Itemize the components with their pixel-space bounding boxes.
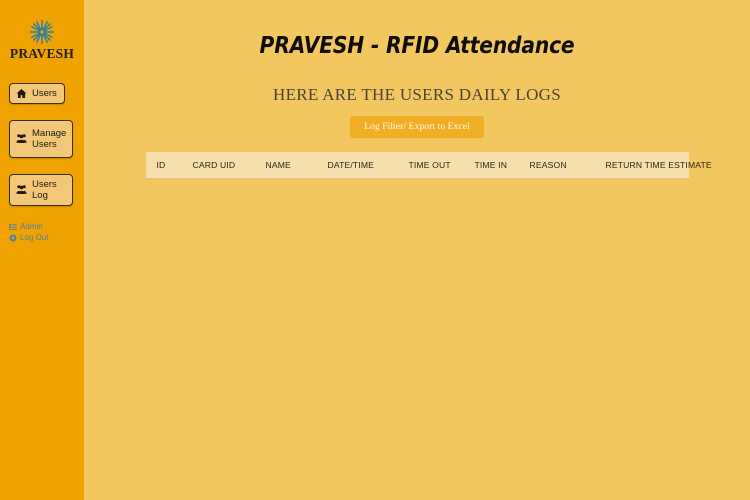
snowflake-gear-logo-icon [28,18,56,46]
sidebar-nav: Users Manage Users Users Log [0,82,84,206]
sidebar-item-users-log[interactable]: Users Log [9,173,73,206]
column-header-id: ID [145,152,193,179]
sidebar-item-label: Manage Users [32,127,67,150]
table-header-row: ID CARD UID NAME DATE/TIME TIME OUT TIME… [145,152,712,179]
log-filter-export-button[interactable]: Log Filter/ Export to Excel [350,116,484,138]
filter-row: Log Filter/ Export to Excel [84,116,750,138]
logs-table: ID CARD UID NAME DATE/TIME TIME OUT TIME… [145,152,712,180]
admin-link-label: Admin [20,221,43,231]
logs-table-container: ID CARD UID NAME DATE/TIME TIME OUT TIME… [145,152,712,180]
list-icon [9,223,17,231]
main-content: PRAVESH - RFID Attendance HERE ARE THE U… [84,0,750,500]
column-header-name: NAME [265,152,328,179]
brand: PRAVESH [0,0,84,61]
page-title: PRAVESH - RFID Attendance [259,33,575,59]
column-header-datetime: DATE/TIME [327,152,409,179]
sidebar: PRAVESH Users Manage Users Users Log Adm… [0,0,84,500]
column-header-card-uid: CARD UID [192,152,266,179]
sidebar-secondary-links: Admin Log Out [0,222,84,243]
column-header-time-out: TIME OUT [408,152,475,179]
admin-link[interactable]: Admin [9,222,84,232]
page-subtitle: HERE ARE THE USERS DAILY LOGS [273,85,561,104]
column-header-time-in: TIME IN [474,152,530,179]
power-icon [9,234,17,242]
logs-table-head: ID CARD UID NAME DATE/TIME TIME OUT TIME… [145,152,712,179]
app-root: PRAVESH Users Manage Users Users Log Adm… [0,0,750,500]
sidebar-item-label: Users [32,87,57,99]
sidebar-item-users[interactable]: Users [9,82,65,104]
sidebar-item-manage-users[interactable]: Manage Users [9,119,73,158]
brand-name: PRAVESH [9,46,75,61]
users-group-icon [16,133,27,144]
sidebar-item-label: Users Log [32,178,57,201]
column-header-reason: REASON [529,152,606,179]
column-header-return-time-estimate: RETURN TIME ESTIMATE [605,152,712,179]
home-icon [16,88,27,99]
users-group-icon [16,184,27,195]
log-out-link[interactable]: Log Out [9,233,84,243]
log-out-link-label: Log Out [20,232,49,242]
